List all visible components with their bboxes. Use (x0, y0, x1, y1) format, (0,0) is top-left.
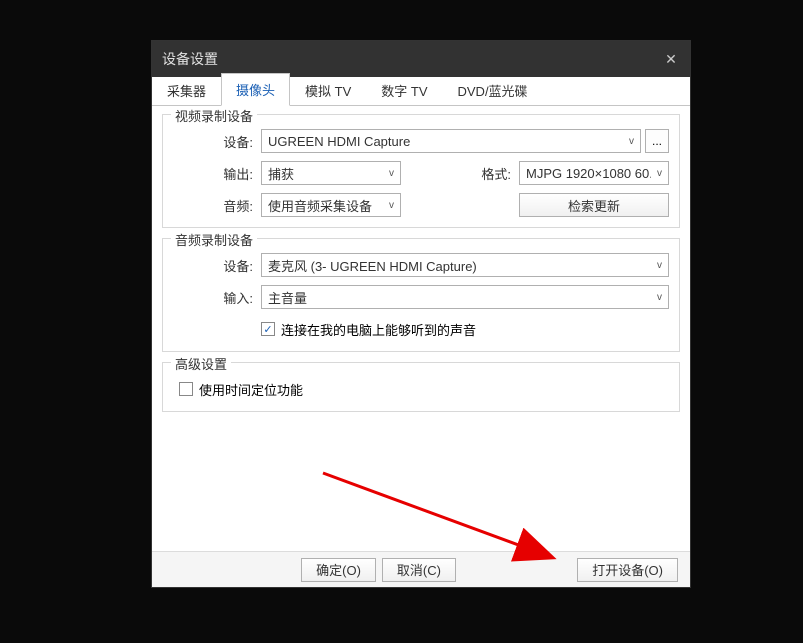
open-device-button[interactable]: 打开设备(O) (577, 558, 678, 582)
video-format-value: MJPG 1920×1080 60.0 (526, 166, 651, 181)
chevron-down-icon: v (389, 168, 394, 179)
hear-on-pc-label: 连接在我的电脑上能够听到的声音 (281, 320, 476, 339)
video-output-value: 捕获 (268, 164, 294, 183)
dialog-title: 设备设置 (162, 49, 218, 69)
dialog-footer: 确定(O) 取消(C) 打开设备(O) (152, 551, 690, 587)
tab-bar: 采集器 摄像头 模拟 TV 数字 TV DVD/蓝光碟 (152, 77, 690, 106)
ok-label: 确定(O) (316, 560, 361, 579)
chevron-down-icon: v (657, 260, 662, 271)
tab-digital-tv[interactable]: 数字 TV (366, 74, 442, 106)
audio-input-value: 主音量 (268, 288, 307, 307)
video-audio-label: 音频: (173, 196, 261, 215)
video-device-browse-button[interactable]: ... (645, 129, 669, 153)
titlebar: 设备设置 ✕ (152, 41, 690, 77)
video-audio-value: 使用音频采集设备 (268, 196, 372, 215)
audio-recording-group: 音频录制设备 设备: 麦克风 (3- UGREEN HDMI Capture) … (162, 238, 680, 352)
audio-input-select[interactable]: 主音量 v (261, 285, 669, 309)
chevron-down-icon: v (389, 200, 394, 211)
dialog-content: 视频录制设备 设备: UGREEN HDMI Capture v ... 输出:… (152, 106, 690, 551)
video-output-label: 输出: (173, 164, 261, 183)
ellipsis-icon: ... (652, 134, 662, 148)
advanced-settings-group: 高级设置 使用时间定位功能 (162, 362, 680, 412)
audio-device-label: 设备: (173, 256, 261, 275)
video-device-select[interactable]: UGREEN HDMI Capture v (261, 129, 641, 153)
close-icon[interactable]: ✕ (662, 50, 680, 68)
video-device-label: 设备: (173, 132, 261, 151)
check-update-label: 检索更新 (568, 196, 620, 215)
video-legend: 视频录制设备 (171, 106, 257, 125)
audio-legend: 音频录制设备 (171, 230, 257, 249)
video-recording-group: 视频录制设备 设备: UGREEN HDMI Capture v ... 输出:… (162, 114, 680, 228)
audio-input-label: 输入: (173, 288, 261, 307)
audio-device-value: 麦克风 (3- UGREEN HDMI Capture) (268, 256, 477, 275)
tab-dvd-bluray[interactable]: DVD/蓝光碟 (443, 74, 543, 106)
check-update-button[interactable]: 检索更新 (519, 193, 669, 217)
tab-analog-tv[interactable]: 模拟 TV (290, 74, 366, 106)
chevron-down-icon: v (629, 136, 634, 147)
advanced-legend: 高级设置 (171, 354, 231, 373)
cancel-button[interactable]: 取消(C) (382, 558, 456, 582)
cancel-label: 取消(C) (397, 560, 441, 579)
device-settings-dialog: 设备设置 ✕ 采集器 摄像头 模拟 TV 数字 TV DVD/蓝光碟 视频录制设… (151, 40, 691, 588)
tab-collector[interactable]: 采集器 (152, 74, 221, 106)
time-positioning-label: 使用时间定位功能 (199, 380, 303, 399)
audio-device-select[interactable]: 麦克风 (3- UGREEN HDMI Capture) v (261, 253, 669, 277)
chevron-down-icon: v (657, 168, 662, 179)
video-format-label: 格式: (471, 164, 519, 183)
tab-camera[interactable]: 摄像头 (221, 73, 290, 106)
hear-on-pc-checkbox[interactable] (261, 322, 275, 336)
video-device-value: UGREEN HDMI Capture (268, 134, 410, 149)
ok-button[interactable]: 确定(O) (301, 558, 376, 582)
time-positioning-checkbox[interactable] (179, 382, 193, 396)
open-device-label: 打开设备(O) (592, 560, 663, 579)
video-audio-select[interactable]: 使用音频采集设备 v (261, 193, 401, 217)
chevron-down-icon: v (657, 292, 662, 303)
video-output-select[interactable]: 捕获 v (261, 161, 401, 185)
video-format-select[interactable]: MJPG 1920×1080 60.0 v (519, 161, 669, 185)
